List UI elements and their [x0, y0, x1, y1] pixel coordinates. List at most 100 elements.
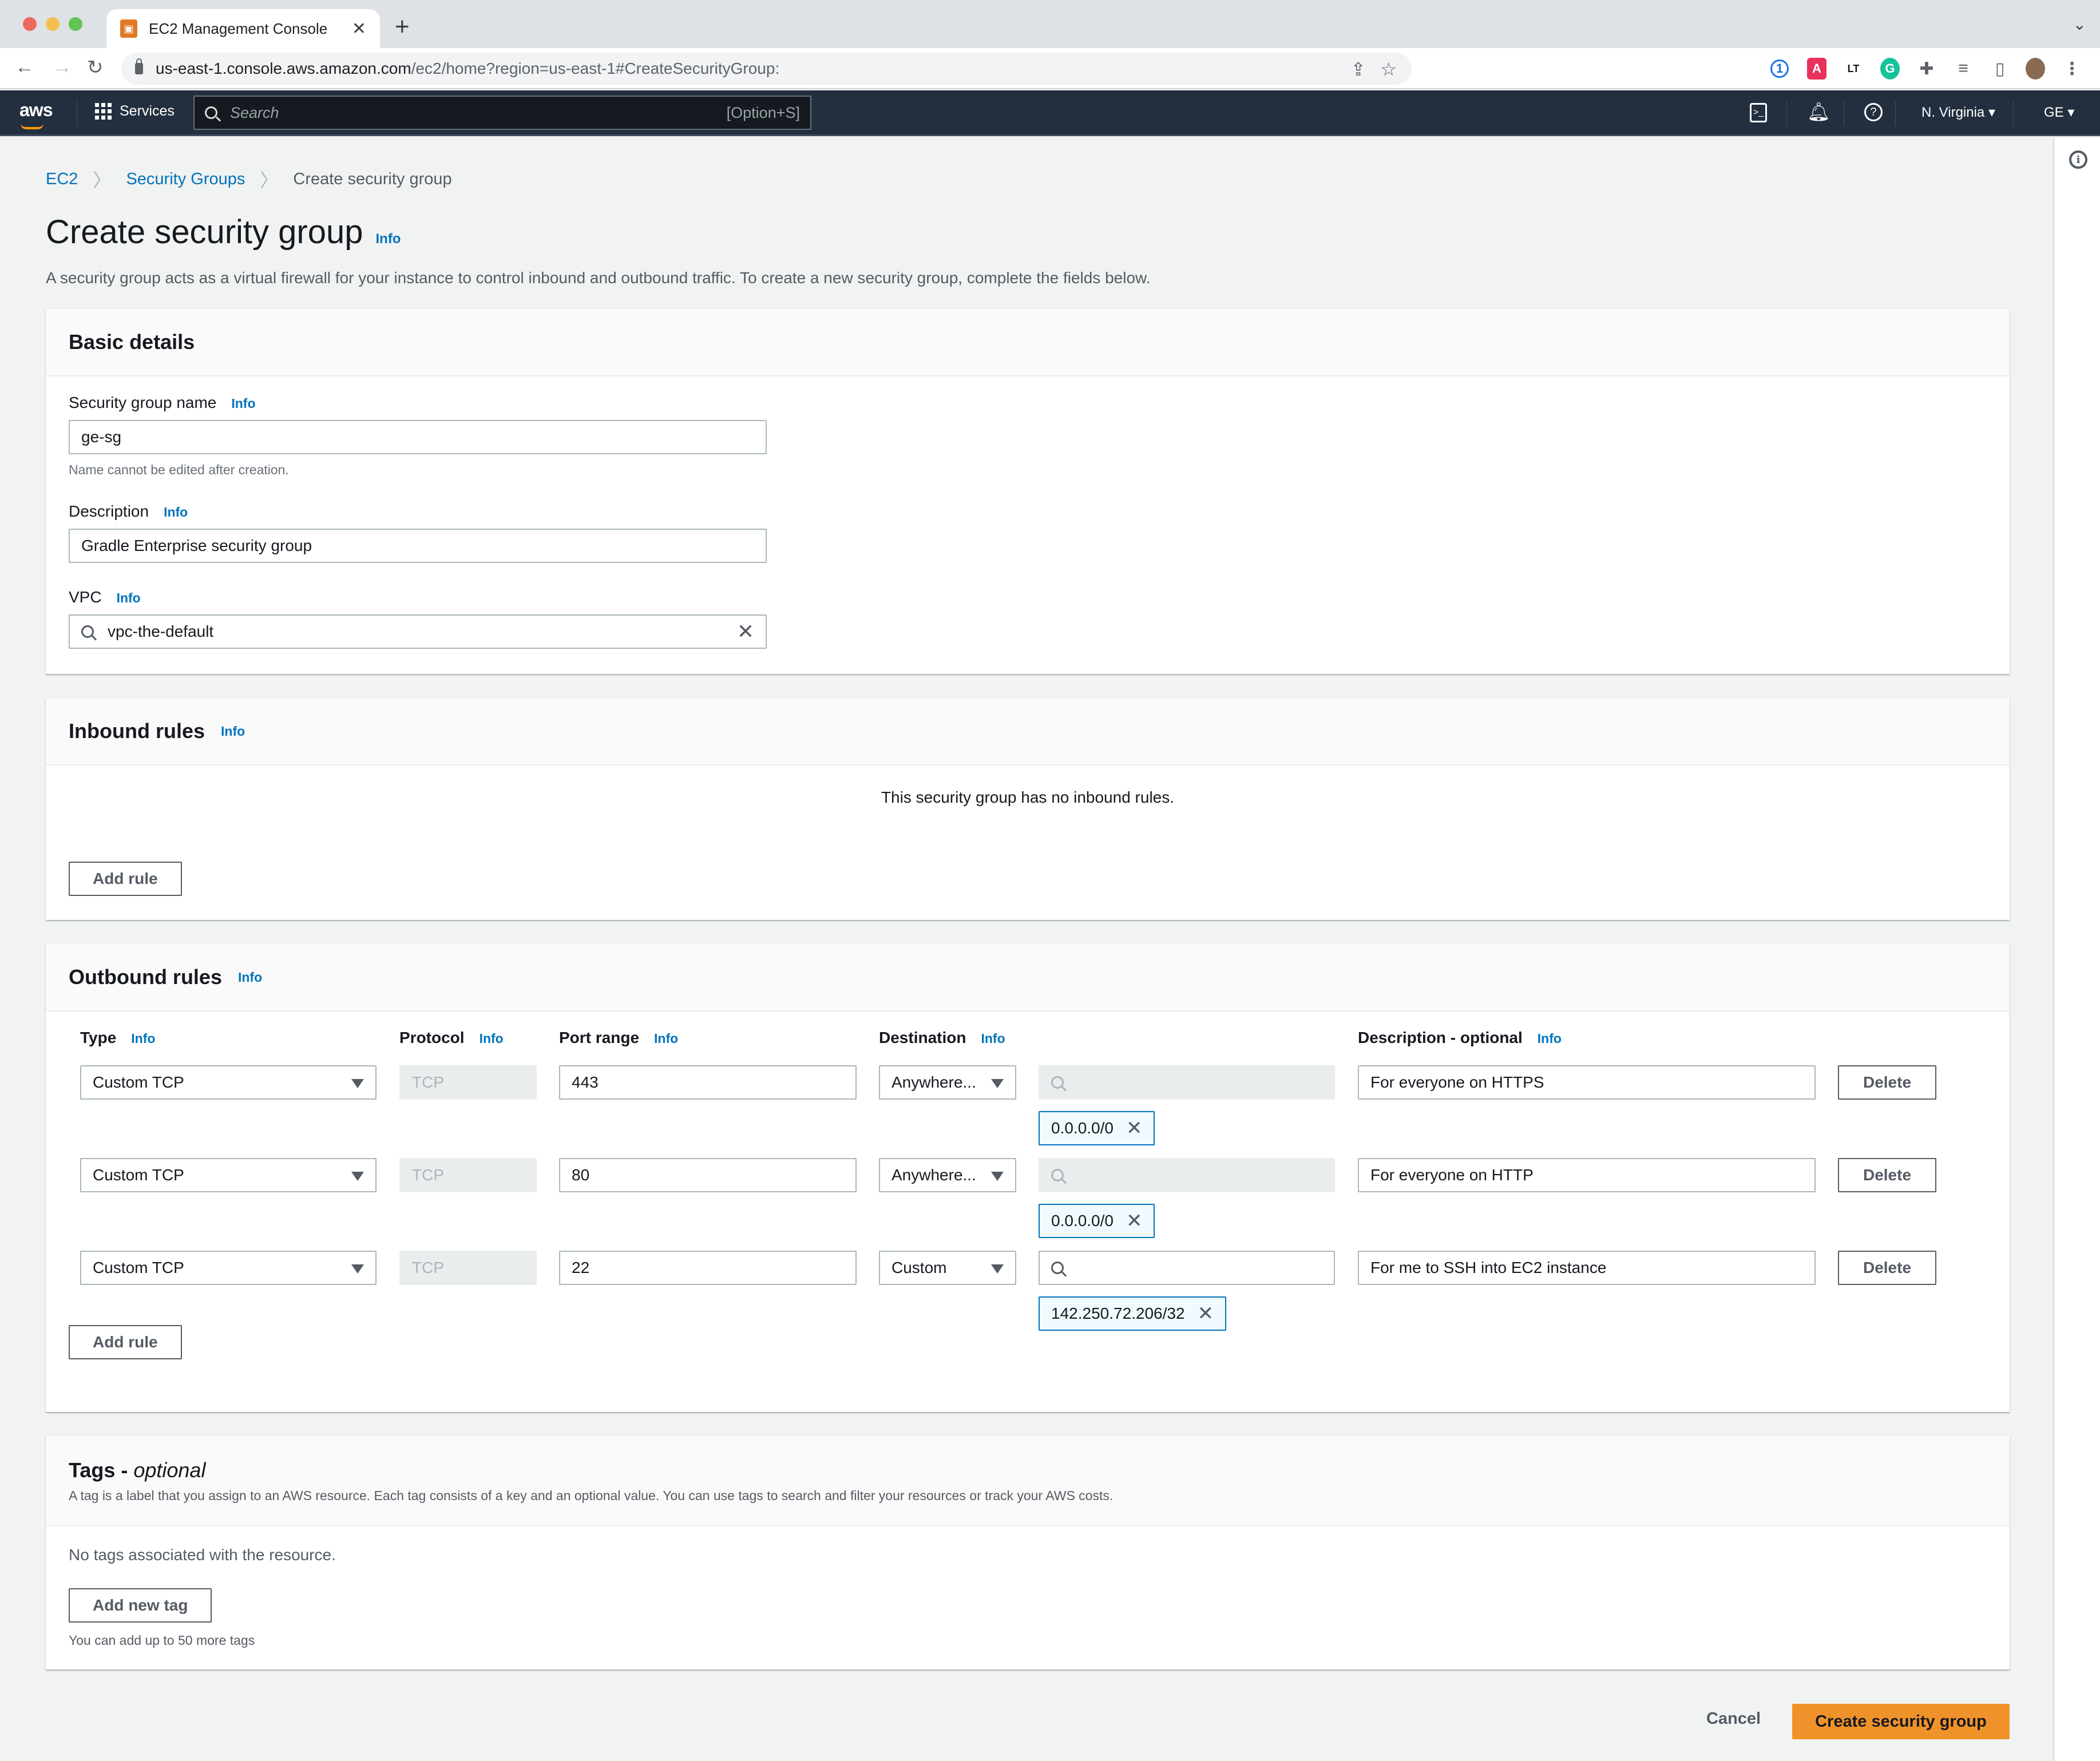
search-icon — [1051, 1076, 1064, 1089]
tab-close-icon[interactable]: ✕ — [352, 19, 366, 39]
rule-port-range-input[interactable]: 80 — [559, 1158, 857, 1192]
profile-avatar[interactable] — [2026, 58, 2045, 80]
rule-destination-select[interactable]: Anywhere... — [879, 1065, 1016, 1100]
rule-delete-button[interactable]: Delete — [1838, 1065, 1936, 1100]
languagetool-extension-icon[interactable]: LT — [1844, 58, 1863, 80]
caret-down-icon — [991, 1079, 1004, 1088]
description-info-link[interactable]: Info — [164, 505, 188, 520]
breadcrumb-chevron-icon: 〉 — [93, 170, 112, 191]
back-arrow-icon[interactable]: ← — [15, 56, 34, 78]
forward-arrow-icon[interactable]: → — [53, 56, 72, 78]
col-type-info-link[interactable]: Info — [131, 1031, 155, 1046]
bookmark-star-icon[interactable]: ☆ — [1380, 58, 1397, 80]
caret-down-icon — [351, 1264, 364, 1274]
aws-logo[interactable]: aws — [19, 100, 53, 121]
1password-extension-icon[interactable]: 1 — [1770, 60, 1789, 78]
page-title: Create security group Info — [46, 213, 401, 251]
col-type: Type Info — [80, 1029, 155, 1047]
add-new-tag-button[interactable]: Add new tag — [69, 1588, 212, 1623]
sg-name-hint: Name cannot be edited after creation. — [69, 462, 289, 477]
remove-cidr-icon[interactable]: ✕ — [1126, 1119, 1143, 1138]
services-label: Services — [120, 103, 175, 119]
rule-cidr-search-input — [1039, 1158, 1335, 1192]
panel-header: Tags - optional A tag is a label that yo… — [46, 1436, 2010, 1526]
sg-name-value: ge-sg — [81, 428, 122, 446]
tab-search-chevron-icon[interactable]: ⌄ — [2073, 15, 2086, 34]
rule-destination-value: Anywhere... — [891, 1073, 976, 1091]
notifications-bell-icon[interactable]: 🔔︎ — [1807, 101, 1830, 122]
aws-top-nav: aws Services Search [Option+S] >_ 🔔︎ ? N… — [0, 90, 2100, 136]
rule-port-range-input[interactable]: 443 — [559, 1065, 857, 1100]
panel-header: Inbound rules Info — [46, 698, 2010, 766]
url-path: /ec2/home?region=us-east-1#CreateSecurit… — [411, 60, 780, 77]
sg-name-info-link[interactable]: Info — [231, 396, 255, 411]
col-port-range-info-link[interactable]: Info — [654, 1031, 678, 1046]
col-destination-text: Destination — [879, 1029, 966, 1046]
col-protocol-info-link[interactable]: Info — [480, 1031, 504, 1046]
inbound-info-link[interactable]: Info — [221, 724, 245, 739]
reading-list-icon[interactable]: ≡ — [1954, 58, 1973, 80]
window-maximize-button[interactable] — [69, 17, 82, 31]
rule-description-input[interactable]: For me to SSH into EC2 instance — [1358, 1251, 1816, 1285]
account-menu[interactable]: GE ▾ — [2044, 104, 2074, 121]
window-close-button[interactable] — [23, 17, 37, 31]
rule-destination-select[interactable]: Anywhere... — [879, 1158, 1016, 1192]
rule-description-input[interactable]: For everyone on HTTPS — [1358, 1065, 1816, 1100]
rule-delete-button[interactable]: Delete — [1838, 1251, 1936, 1285]
remove-cidr-icon[interactable]: ✕ — [1198, 1304, 1214, 1323]
rule-protocol-value: TCP — [412, 1166, 444, 1184]
outbound-rules-title: Outbound rules — [69, 965, 222, 989]
page-info-link[interactable]: Info — [375, 231, 401, 247]
new-tab-button[interactable]: + — [395, 13, 410, 41]
outbound-info-link[interactable]: Info — [238, 970, 262, 985]
help-icon[interactable]: ? — [1864, 103, 1883, 121]
col-description-info-link[interactable]: Info — [1538, 1031, 1562, 1046]
inbound-add-rule-button[interactable]: Add rule — [69, 862, 182, 896]
sg-name-input[interactable]: ge-sg — [69, 420, 767, 454]
outbound-add-rule-button[interactable]: Add rule — [69, 1325, 182, 1359]
create-security-group-button[interactable]: Create security group — [1792, 1704, 2010, 1739]
region-selector[interactable]: N. Virginia ▾ — [1921, 104, 1995, 121]
rule-description-input[interactable]: For everyone on HTTP — [1358, 1158, 1816, 1192]
share-icon[interactable]: ⇪ — [1350, 58, 1366, 80]
cloudshell-icon[interactable]: >_ — [1750, 103, 1767, 122]
reload-icon[interactable]: ↻ — [87, 56, 104, 79]
ec2-favicon-icon: ▣ — [120, 19, 137, 38]
services-menu-button[interactable]: Services — [95, 103, 175, 120]
rule-type-select[interactable]: Custom TCP — [80, 1158, 377, 1192]
rule-type-select[interactable]: Custom TCP — [80, 1251, 377, 1285]
remove-cidr-icon[interactable]: ✕ — [1126, 1211, 1143, 1231]
description-input[interactable]: Gradle Enterprise security group — [69, 529, 767, 563]
acrobat-extension-icon[interactable]: A — [1807, 58, 1826, 80]
browser-menu-icon[interactable]: ⋮ — [2062, 58, 2082, 80]
rule-type-value: Custom TCP — [93, 1073, 184, 1091]
cancel-button[interactable]: Cancel — [1706, 1710, 1761, 1728]
console-search-input[interactable]: Search [Option+S] — [193, 96, 811, 130]
info-panel-icon[interactable]: i — [2069, 150, 2087, 169]
aws-smile-icon — [21, 124, 43, 129]
rule-protocol-field: TCP — [399, 1251, 537, 1285]
tags-limit-hint: You can add up to 50 more tags — [69, 1633, 255, 1648]
browser-tab[interactable]: ▣ EC2 Management Console ✕ — [106, 9, 380, 48]
side-panel-icon[interactable]: ▯ — [1990, 58, 2010, 80]
col-protocol: Protocol Info — [399, 1029, 504, 1047]
rule-cidr-search-input[interactable] — [1039, 1251, 1335, 1285]
browser-toolbar: ← → ↻ us-east-1.console.aws.amazon.com/e… — [0, 48, 2100, 89]
page-title-text: Create security group — [46, 213, 363, 251]
extensions-puzzle-icon[interactable]: ✚ — [1917, 58, 1936, 80]
rule-type-select[interactable]: Custom TCP — [80, 1065, 377, 1100]
vpc-info-link[interactable]: Info — [117, 590, 141, 606]
grammarly-extension-icon[interactable]: G — [1880, 58, 1900, 80]
rule-destination-select[interactable]: Custom — [879, 1251, 1016, 1285]
search-icon — [81, 625, 94, 638]
rule-port-range-input[interactable]: 22 — [559, 1251, 857, 1285]
rule-delete-button[interactable]: Delete — [1838, 1158, 1936, 1192]
address-bar[interactable]: us-east-1.console.aws.amazon.com/ec2/hom… — [121, 53, 1412, 85]
vpc-select[interactable]: vpc-the-default ✕ — [69, 614, 767, 649]
breadcrumb-ec2[interactable]: EC2 — [46, 170, 78, 189]
panel-body: No tags associated with the resource. Ad… — [46, 1526, 2010, 1669]
col-destination-info-link[interactable]: Info — [981, 1031, 1005, 1046]
breadcrumb-security-groups[interactable]: Security Groups — [126, 170, 245, 189]
clear-vpc-icon[interactable]: ✕ — [737, 620, 754, 644]
window-minimize-button[interactable] — [46, 17, 60, 31]
